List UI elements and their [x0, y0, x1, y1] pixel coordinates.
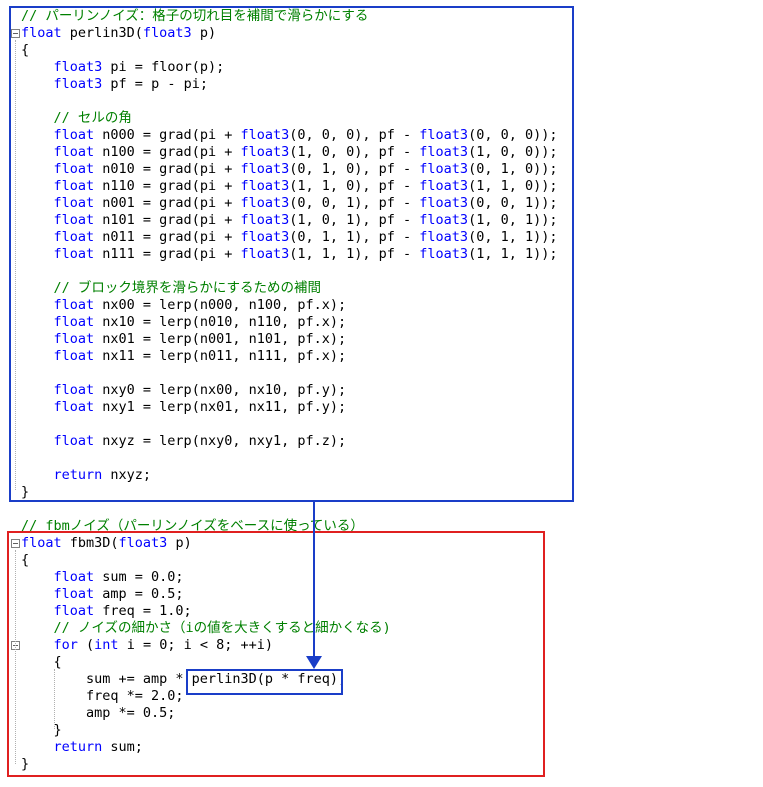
fbm-function-box — [7, 531, 545, 777]
perlin-function-box — [9, 6, 574, 502]
perlin-call-highlight — [186, 669, 343, 695]
